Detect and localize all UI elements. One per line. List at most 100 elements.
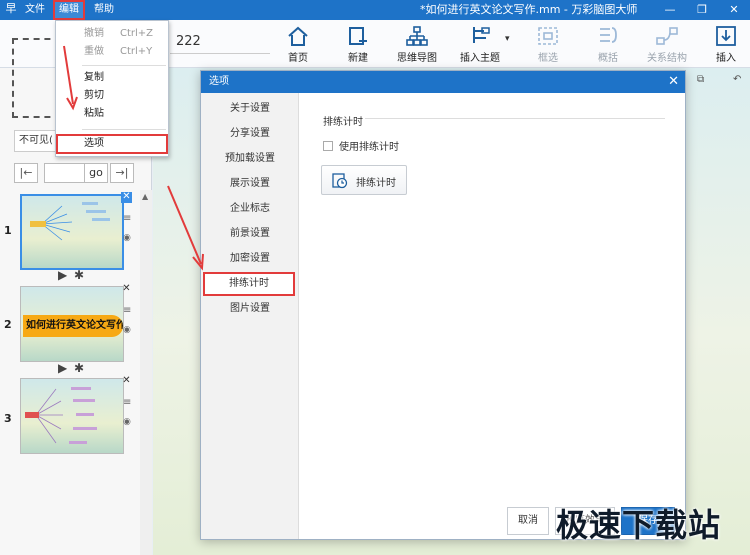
menu-item-cut[interactable]: 剪切	[56, 87, 168, 105]
slide-number-3: 3	[4, 412, 12, 425]
home-button-label: 首页	[288, 53, 308, 64]
title-bar: 早 文件 编辑 帮助 *如何进行英文论文写作.mm - 万彩脑图大师 — ❐ ✕	[0, 0, 750, 20]
timer-icon	[332, 173, 348, 189]
watermark-text: 极速下载站	[556, 506, 722, 544]
undo-icon[interactable]: ↶	[733, 74, 749, 88]
slide-3-mindmap	[25, 387, 97, 444]
mindmap-button-label: 思维导图	[397, 53, 437, 64]
menu-item-undo[interactable]: 撤销 Ctrl+Z	[56, 25, 168, 43]
nav-about-settings[interactable]: 关于设置	[201, 99, 299, 119]
slide-thumbnail-3[interactable]	[20, 378, 124, 454]
menu-file[interactable]: 文件	[25, 0, 45, 20]
menu-item-undo-label: 撤销	[84, 28, 104, 39]
nav-display-settings[interactable]: 展示设置	[201, 174, 299, 194]
summary-button[interactable]: 概括	[588, 22, 628, 66]
summary-icon	[600, 27, 617, 43]
insert-topic-button[interactable]: 插入主题	[452, 22, 508, 66]
section-divider	[365, 118, 665, 119]
rehearse-timing-button-label: 排练计时	[356, 178, 396, 189]
slide-1-settings-icon[interactable]: ✱	[74, 268, 84, 282]
slides-scrollbar[interactable]: ▲	[140, 190, 152, 555]
first-slide-button[interactable]: |←	[14, 163, 38, 183]
relation-structure-button[interactable]: 关系结构	[642, 22, 692, 66]
insert-topic-icon	[473, 27, 490, 43]
edit-menu-dropdown: 撤销 Ctrl+Z 重做 Ctrl+Y 复制 剪切 粘贴 选项	[55, 20, 169, 157]
menu-item-copy[interactable]: 复制	[56, 69, 168, 87]
mindmap-icon	[406, 26, 428, 46]
maximize-button[interactable]: ❐	[686, 0, 718, 20]
minimize-button[interactable]: —	[654, 0, 686, 20]
dialog-title: 选项	[209, 76, 229, 87]
font-size-input[interactable]: 222	[170, 30, 270, 54]
slide-1-mindmap	[30, 202, 110, 241]
cancel-button[interactable]: 取消	[507, 507, 549, 535]
copy-view-icon[interactable]: ⧉	[697, 74, 713, 88]
go-button[interactable]: go	[84, 163, 108, 183]
slide-1-close-icon[interactable]: ✕	[121, 192, 132, 203]
options-nav: 关于设置 分享设置 预加载设置 展示设置 企业标志 前景设置 加密设置 排练计时…	[201, 93, 299, 539]
menu-item-options[interactable]: 选项	[56, 134, 168, 154]
menu-item-paste[interactable]: 粘贴	[56, 105, 168, 123]
nav-encryption-settings[interactable]: 加密设置	[201, 249, 299, 269]
slide-1-menu-icon[interactable]: ≡	[123, 213, 131, 224]
select-frame-button-label: 框选	[538, 53, 558, 64]
slide-1-visibility-icon[interactable]: ◉	[123, 233, 131, 243]
slide-1-play-icon[interactable]: ▶	[58, 268, 67, 282]
insert-topic-button-label: 插入主题	[460, 53, 500, 64]
mindmap-button[interactable]: 思维导图	[392, 22, 442, 66]
nav-rehearse-timing[interactable]: 排练计时	[203, 272, 295, 296]
insert-topic-dropdown-icon[interactable]: ▾	[505, 34, 510, 44]
app-logo-icon: 早	[5, 2, 17, 15]
insert-icon	[716, 26, 736, 46]
use-rehearse-timing-checkbox[interactable]	[323, 141, 333, 151]
section-title: 排练计时	[323, 117, 363, 128]
nav-preload-settings[interactable]: 预加载设置	[201, 149, 299, 169]
slide-3-visibility-icon[interactable]: ◉	[123, 417, 131, 427]
nav-image-settings[interactable]: 图片设置	[201, 299, 299, 319]
options-body: 排练计时 使用排练计时 排练计时	[299, 93, 685, 503]
options-dialog: 选项 ✕ 关于设置 分享设置 预加载设置 展示设置 企业标志 前景设置 加密设置…	[200, 70, 686, 540]
dialog-close-icon[interactable]: ✕	[668, 71, 679, 93]
slide-2-settings-icon[interactable]: ✱	[74, 361, 84, 375]
menu-item-redo[interactable]: 重做 Ctrl+Y	[56, 43, 168, 61]
use-rehearse-timing-label[interactable]: 使用排练计时	[339, 138, 399, 153]
insert-button[interactable]: 插入	[708, 22, 744, 66]
nav-enterprise-logo[interactable]: 企业标志	[201, 199, 299, 219]
scroll-up-icon[interactable]: ▲	[142, 192, 148, 201]
slide-3-close-icon[interactable]: ✕	[121, 376, 132, 387]
document-title: *如何进行英文论文写作.mm - 万彩脑图大师	[420, 3, 638, 16]
select-frame-icon	[538, 27, 558, 45]
new-icon	[349, 27, 367, 45]
menu-separator	[82, 129, 166, 130]
select-frame-button[interactable]: 框选	[528, 22, 568, 66]
menu-separator	[82, 65, 166, 66]
home-icon	[288, 26, 308, 46]
menu-item-undo-shortcut: Ctrl+Z	[120, 28, 154, 39]
new-button[interactable]: 新建	[340, 22, 376, 66]
rehearse-timing-button[interactable]: 排练计时	[321, 165, 407, 195]
slide-number-2: 2	[4, 318, 12, 331]
menu-item-redo-label: 重做	[84, 46, 104, 57]
menu-item-redo-shortcut: Ctrl+Y	[120, 46, 153, 57]
slide-thumbnail-1[interactable]	[20, 194, 124, 270]
nav-foreground-settings[interactable]: 前景设置	[201, 224, 299, 244]
slide-thumbnail-2[interactable]: 如何进行英文论文写作	[20, 286, 124, 362]
nav-share-settings[interactable]: 分享设置	[201, 124, 299, 144]
slide-3-menu-icon[interactable]: ≡	[123, 397, 131, 408]
relation-icon	[656, 27, 678, 45]
last-slide-button[interactable]: →|	[110, 163, 134, 183]
relation-structure-button-label: 关系结构	[647, 53, 687, 64]
close-window-button[interactable]: ✕	[718, 0, 750, 20]
new-button-label: 新建	[348, 53, 368, 64]
slide-2-play-icon[interactable]: ▶	[58, 361, 67, 375]
summary-button-label: 概括	[598, 53, 618, 64]
menu-edit[interactable]: 编辑	[53, 0, 85, 20]
dialog-header: 选项 ✕	[201, 71, 685, 93]
slide-2-title: 如何进行英文论文写作	[23, 315, 123, 337]
home-button[interactable]: 首页	[280, 22, 316, 66]
menu-help[interactable]: 帮助	[94, 0, 114, 20]
slide-2-visibility-icon[interactable]: ◉	[123, 325, 131, 335]
insert-button-label: 插入	[716, 53, 736, 64]
slide-2-close-icon[interactable]: ✕	[121, 284, 132, 295]
slide-2-menu-icon[interactable]: ≡	[123, 305, 131, 316]
